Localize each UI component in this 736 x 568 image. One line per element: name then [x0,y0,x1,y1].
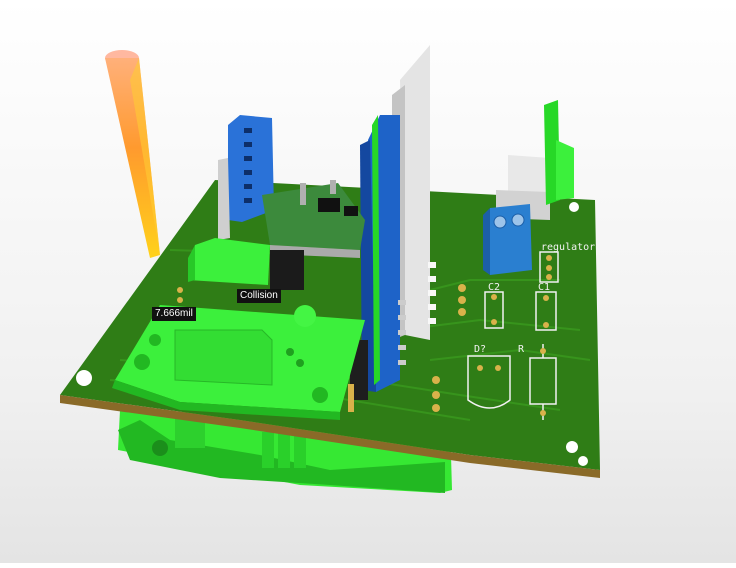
label-c2: C2 [488,282,500,293]
label-resistor: R [518,344,525,355]
pcb-3d-scene: regulator C2 C1 D? R [60,45,600,493]
small-terminal-collision [188,238,270,285]
screw-terminal-block [483,204,532,275]
label-diode: D? [474,344,486,355]
label-regulator: regulator [541,242,595,253]
label-c1: C1 [538,282,550,293]
measurement-probe-cone [105,50,160,258]
clearance-distance-label: 7.666mil [152,307,196,321]
collision-marker-label: Collision [237,289,281,303]
3d-viewport[interactable]: regulator C2 C1 D? R Collision 7.666mil [0,0,736,563]
